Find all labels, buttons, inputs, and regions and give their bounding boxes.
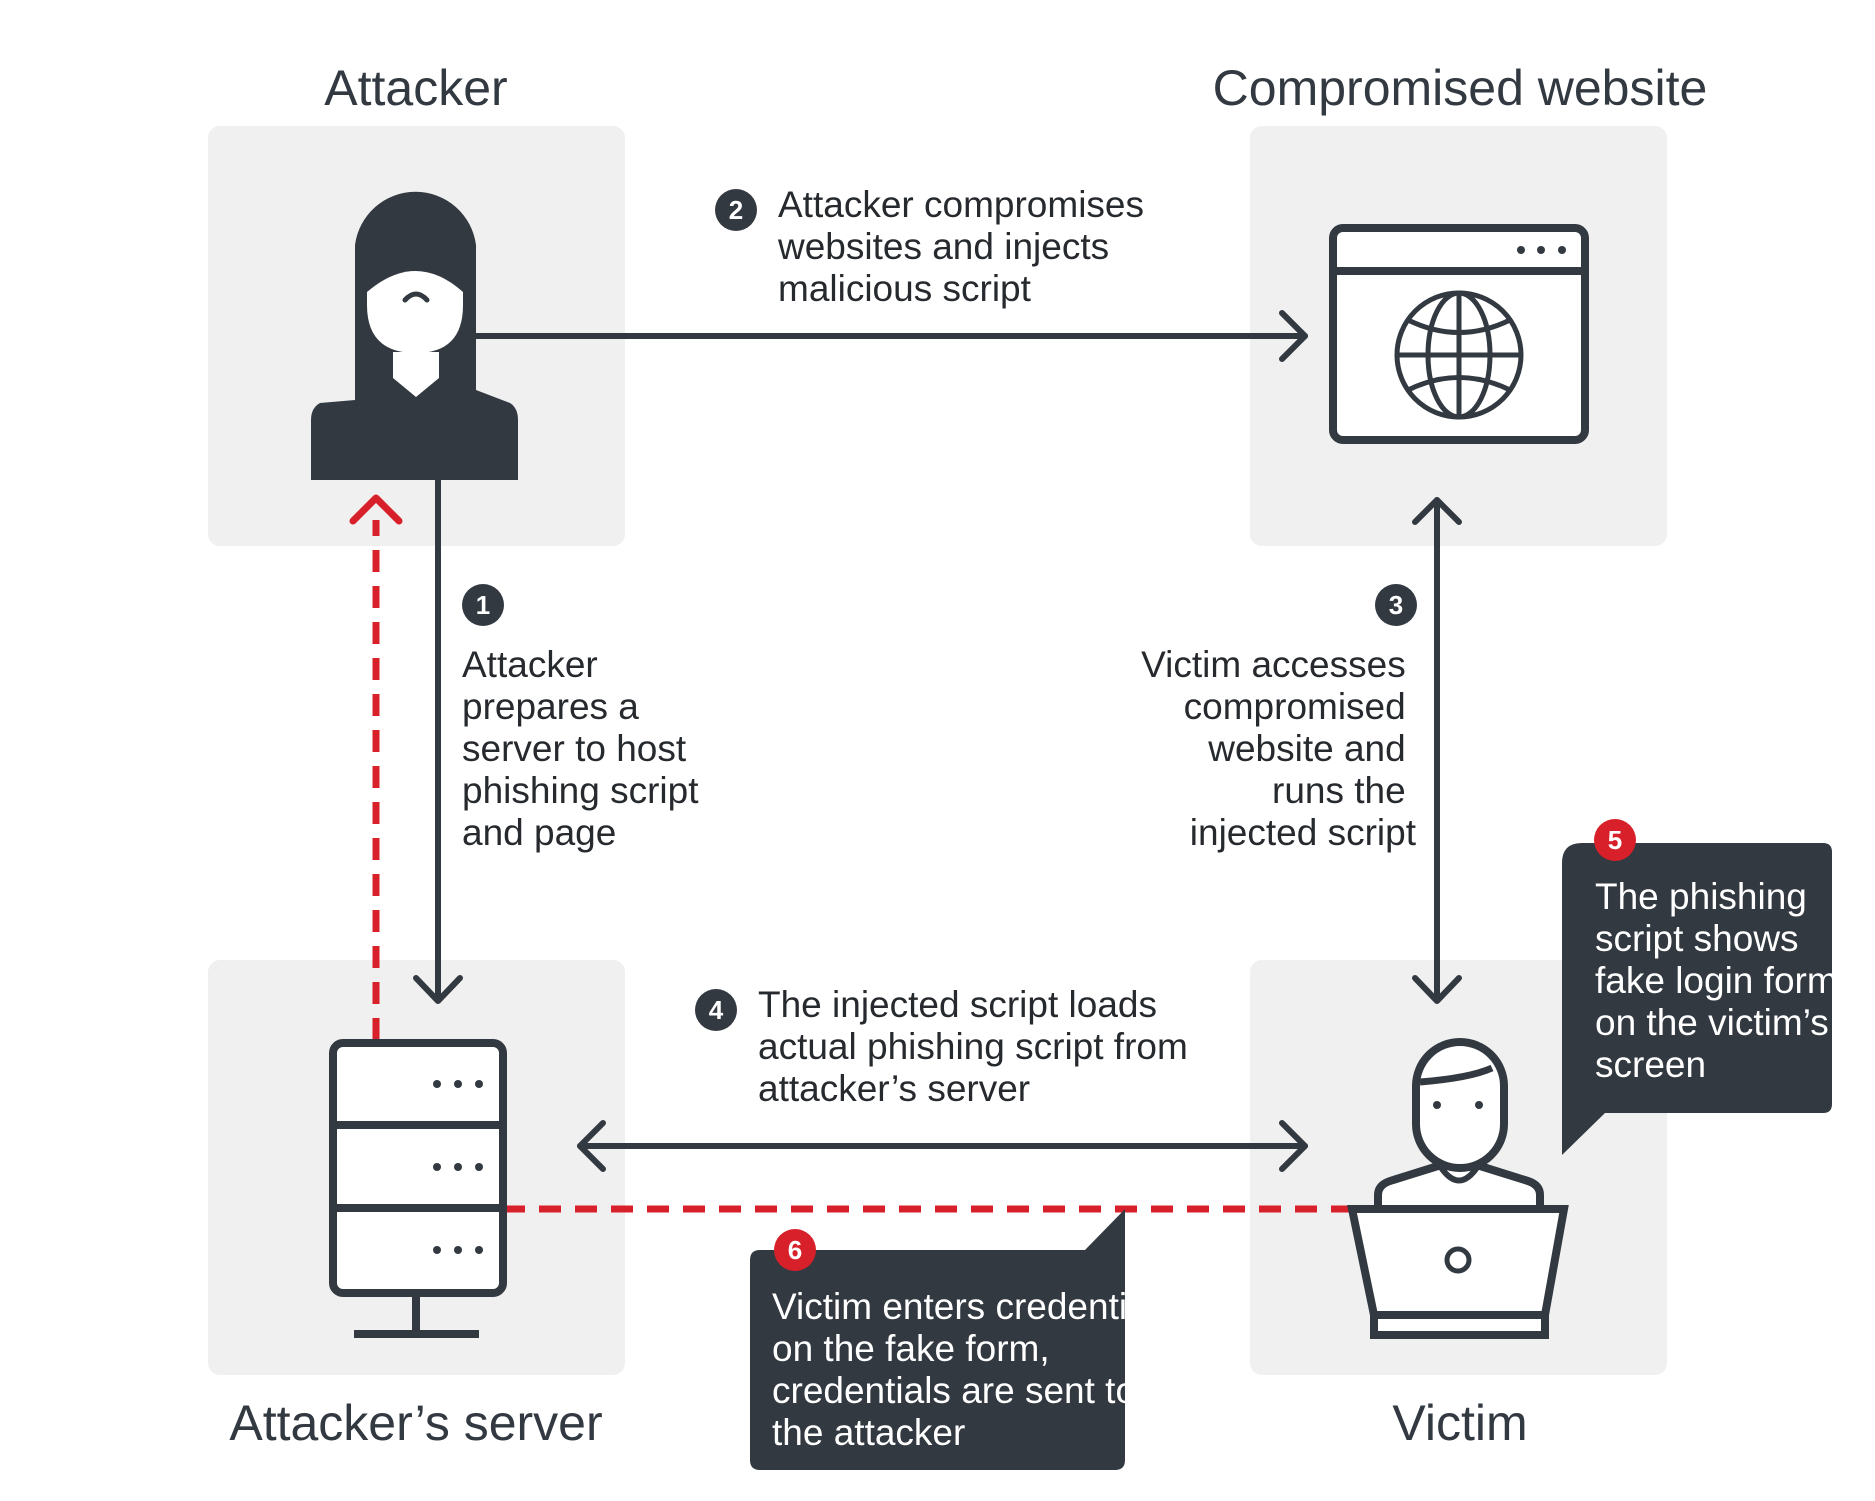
step-2-text: Attacker compromises websites and inject… xyxy=(777,184,1154,309)
step-1-number: 1 xyxy=(476,590,490,620)
compromised-website-title: Compromised website xyxy=(1213,60,1708,116)
step-2-number: 2 xyxy=(729,195,743,225)
step-2-annotation: 2 Attacker compromises websites and inje… xyxy=(715,184,1154,309)
step-5-callout: 5 The phishing script shows fake login f… xyxy=(1562,819,1838,1155)
step-6-callout: 6 Victim enters credentials on the fake … xyxy=(750,1209,1174,1470)
step-5-number: 5 xyxy=(1608,825,1622,855)
browser-globe-icon xyxy=(1329,224,1589,444)
arrow-server-victim-bidirectional xyxy=(577,1120,1308,1172)
step-4-number: 4 xyxy=(709,995,724,1025)
victim-title: Victim xyxy=(1392,1395,1527,1451)
arrow-victim-website-bidirectional xyxy=(1412,497,1462,1004)
attackers-server-title: Attacker’s server xyxy=(229,1395,602,1451)
step-1-text: Attacker prepares a server to host phish… xyxy=(462,644,709,853)
step-3-number: 3 xyxy=(1389,590,1403,620)
attacker-title: Attacker xyxy=(324,60,507,116)
red-dashed-arrow-to-attacker xyxy=(349,494,403,1040)
step-4-annotation: 4 The injected script loads actual phish… xyxy=(695,984,1198,1109)
step-3-annotation: 3 Victim accesses compromised website an… xyxy=(1141,584,1417,853)
step-1-annotation: 1 Attacker prepares a server to host phi… xyxy=(462,584,709,853)
step-4-text: The injected script loads actual phishin… xyxy=(758,984,1198,1109)
phishing-attack-diagram: Attacker Compromised website Attacker’s … xyxy=(208,60,1838,1470)
arrow-attacker-to-server xyxy=(413,477,463,1004)
server-rack-icon xyxy=(329,1039,507,1338)
step-6-number: 6 xyxy=(788,1235,802,1265)
step-3-text: Victim accesses compromised website and … xyxy=(1141,644,1417,853)
